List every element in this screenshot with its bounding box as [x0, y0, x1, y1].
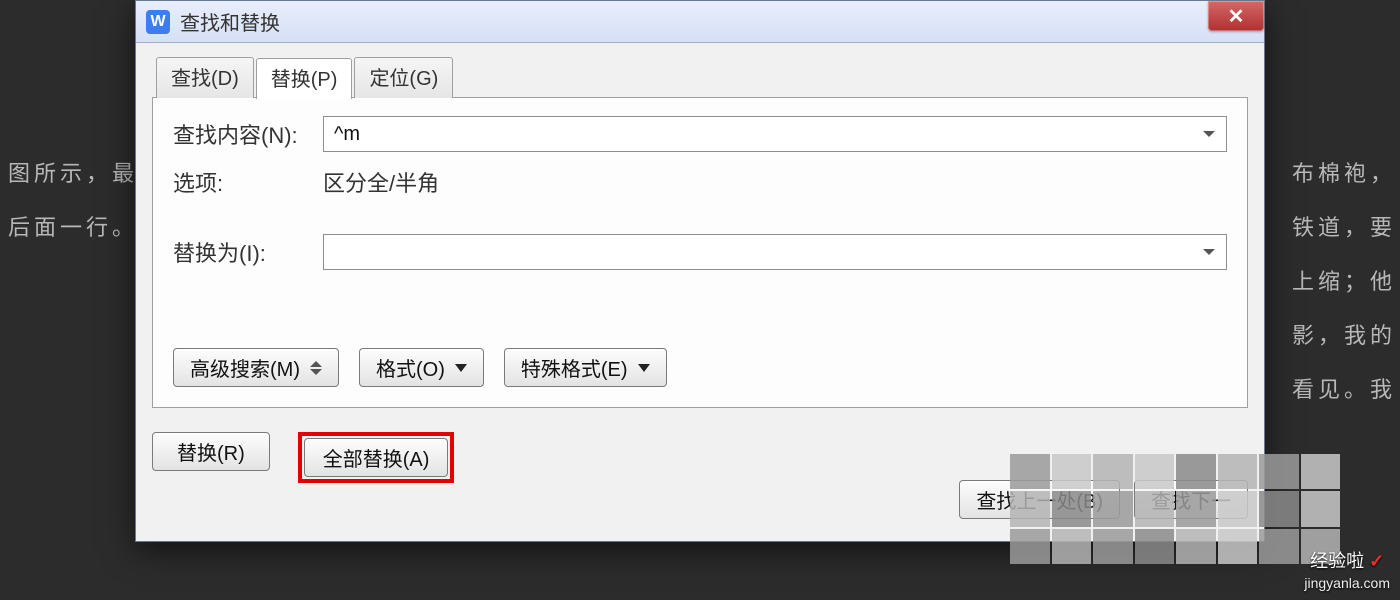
close-button[interactable]: ✕	[1208, 1, 1264, 31]
dialog-title: 查找和替换	[180, 7, 280, 36]
tab-frame: 查找(D) 替换(P) 定位(G) 查找内容(N): ^m 选项: 区分	[152, 57, 1248, 408]
special-format-button[interactable]: 特殊格式(E)	[504, 348, 667, 387]
search-options-row: 高级搜索(M) 格式(O) 特殊格式(E)	[173, 348, 1227, 387]
find-what-input[interactable]: ^m	[323, 116, 1227, 152]
bg-text-right-3: 上缩；他	[1292, 264, 1396, 296]
chevron-down-icon	[1203, 131, 1215, 137]
options-value: 区分全/半角	[323, 166, 439, 198]
highlight-annotation: 全部替换(A)	[298, 432, 455, 483]
label-find-what: 查找内容(N):	[173, 118, 323, 150]
replace-all-label: 全部替换(A)	[323, 443, 430, 472]
replace-with-input[interactable]	[323, 234, 1227, 270]
tab-strip: 查找(D) 替换(P) 定位(G)	[156, 57, 1248, 98]
tab-goto[interactable]: 定位(G)	[354, 57, 453, 98]
watermark-url: jingyanla.com	[1304, 575, 1390, 591]
watermark-name: 经验啦	[1310, 551, 1364, 571]
chevron-down-icon	[455, 364, 467, 372]
bg-text-right-4: 影，我的	[1292, 318, 1396, 350]
advanced-search-label: 高级搜索(M)	[190, 353, 300, 382]
row-find-what: 查找内容(N): ^m	[173, 116, 1227, 152]
bg-text-right-2: 铁道，要	[1292, 210, 1396, 242]
replace-label: 替换(R)	[177, 437, 245, 466]
bg-text-left-2: 后面一行。	[8, 210, 138, 242]
advanced-search-button[interactable]: 高级搜索(M)	[173, 348, 339, 387]
chevron-down-icon	[638, 364, 650, 372]
bg-text-right-5: 看见。我	[1292, 372, 1396, 404]
bg-text-right-1: 布棉袍，	[1292, 156, 1396, 188]
tab-find[interactable]: 查找(D)	[156, 57, 254, 98]
watermark-mosaic	[1010, 454, 1340, 564]
chevron-down-icon	[1203, 249, 1215, 255]
find-what-value: ^m	[334, 123, 360, 146]
row-replace-with: 替换为(I):	[173, 234, 1227, 270]
close-icon: ✕	[1228, 4, 1245, 29]
replace-panel: 查找内容(N): ^m 选项: 区分全/半角 替换为(I):	[152, 97, 1248, 408]
row-options: 选项: 区分全/半角	[173, 166, 1227, 198]
dialog-body: 查找(D) 替换(P) 定位(G) 查找内容(N): ^m 选项: 区分	[136, 43, 1264, 418]
find-what-dropdown-icon[interactable]	[1198, 117, 1220, 151]
watermark-text: 经验啦 ✓ jingyanla.com	[1304, 551, 1390, 594]
bg-text-left-1: 图所示，最	[8, 156, 138, 188]
replace-with-dropdown-icon[interactable]	[1198, 235, 1220, 269]
tab-replace[interactable]: 替换(P)	[256, 58, 353, 99]
format-button[interactable]: 格式(O)	[359, 348, 484, 387]
updown-icon	[310, 361, 322, 375]
wps-app-icon: W	[146, 10, 170, 34]
replace-button[interactable]: 替换(R)	[152, 432, 270, 471]
special-format-label: 特殊格式(E)	[521, 353, 628, 382]
label-replace-with: 替换为(I):	[173, 236, 323, 268]
replace-all-button[interactable]: 全部替换(A)	[304, 438, 449, 477]
format-label: 格式(O)	[376, 353, 445, 382]
titlebar[interactable]: W 查找和替换 ✕	[136, 1, 1264, 43]
label-options: 选项:	[173, 166, 323, 198]
watermark-check-icon: ✓	[1369, 551, 1384, 571]
